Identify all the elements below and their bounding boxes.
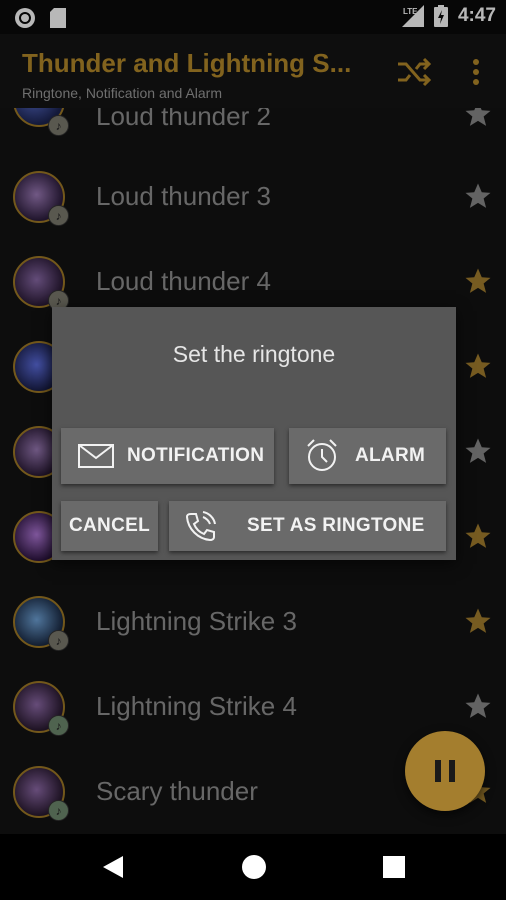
set-as-ringtone-button[interactable]: SET AS RINGTONE — [169, 501, 446, 551]
recents-icon[interactable] — [382, 855, 406, 879]
set-ringtone-dialog: Set the ringtone NOTIFICATION ALARM CANC… — [52, 307, 456, 560]
pause-icon — [435, 760, 455, 782]
navigation-bar — [0, 834, 506, 900]
cancel-label: CANCEL — [69, 515, 150, 536]
envelope-icon — [78, 444, 114, 468]
dialog-title: Set the ringtone — [172, 341, 336, 367]
set-as-ringtone-label: SET AS RINGTONE — [247, 515, 425, 536]
back-icon[interactable] — [101, 854, 125, 880]
alarm-button[interactable]: ALARM — [289, 428, 446, 484]
alarm-label: ALARM — [355, 445, 426, 466]
alarm-clock-icon — [307, 439, 337, 471]
notification-button[interactable]: NOTIFICATION — [61, 428, 274, 484]
notification-label: NOTIFICATION — [127, 445, 265, 466]
phone-ringing-icon — [185, 511, 216, 542]
home-icon[interactable] — [241, 854, 267, 880]
pause-button[interactable] — [405, 731, 485, 811]
cancel-button[interactable]: CANCEL — [61, 501, 158, 551]
